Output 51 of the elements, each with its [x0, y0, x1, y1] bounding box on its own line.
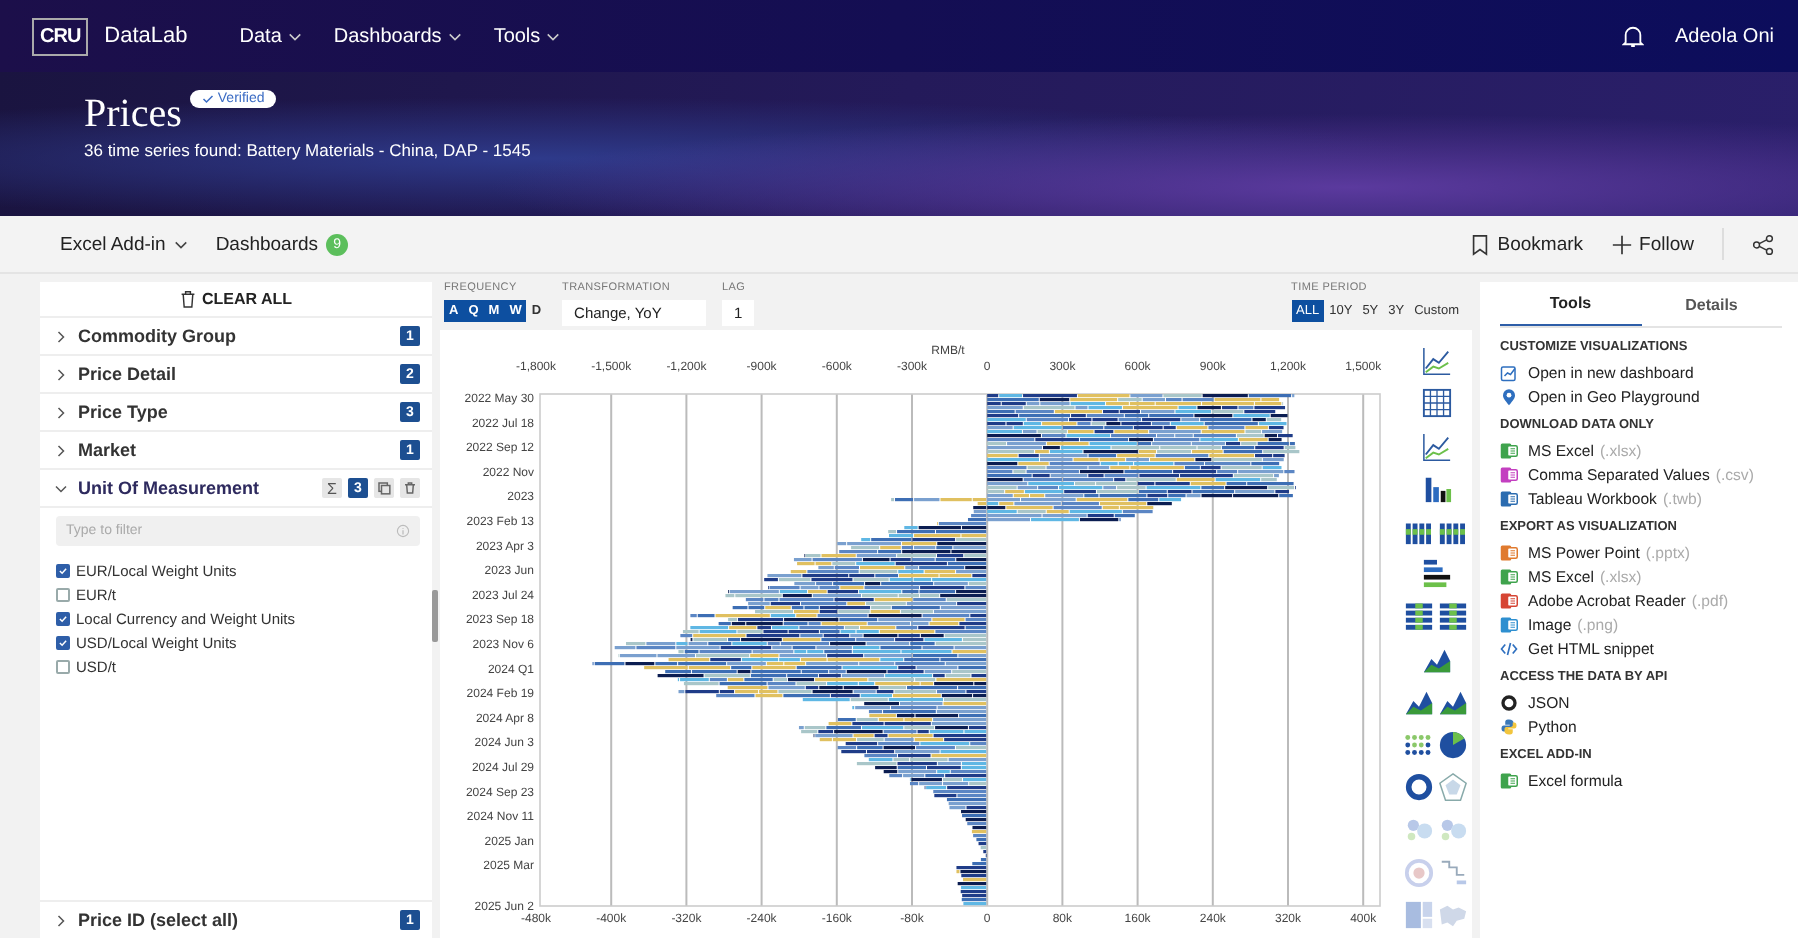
chevron-down-icon	[173, 239, 188, 249]
excel-addin-dropdown[interactable]: Excel Add-in	[60, 233, 188, 255]
area-chart-icon[interactable]	[1438, 686, 1468, 717]
table-grid-icon[interactable]	[1421, 388, 1451, 419]
logo[interactable]: CRU	[32, 17, 89, 55]
checkbox[interactable]	[56, 587, 70, 601]
code-icon	[1500, 639, 1518, 657]
donut-chart-icon[interactable]	[1404, 771, 1434, 802]
follow-button[interactable]: Follow	[1611, 233, 1694, 255]
nav-menu[interactable]: Dashboards	[333, 25, 462, 47]
trash-icon	[179, 290, 196, 308]
nav-menu[interactable]: Data	[239, 25, 302, 47]
chevron-down-icon	[287, 31, 302, 41]
nav-menu[interactable]: Tools	[493, 25, 561, 47]
trash-icon[interactable]	[400, 478, 420, 498]
line-chart-icon[interactable]	[1421, 346, 1451, 376]
copy-icon[interactable]	[374, 478, 394, 498]
scrollbar-thumb[interactable]	[432, 590, 438, 642]
page-subtitle: 36 time series found: Battery Materials - China, DAP - 1545	[84, 140, 533, 160]
bar-chart-icon[interactable]	[1421, 473, 1451, 504]
info-icon	[396, 524, 410, 538]
checkbox[interactable]	[56, 659, 70, 673]
panel-tab[interactable]: Details	[1641, 282, 1782, 326]
pie-chart-icon[interactable]	[1438, 729, 1468, 760]
horizontal-bar-chart-icon[interactable]	[1421, 558, 1451, 589]
line-chart-icon[interactable]	[1421, 431, 1451, 462]
user-menu[interactable]: Adeola Oni	[1675, 25, 1774, 47]
page-title: Prices	[84, 92, 182, 138]
map-pin-icon	[1500, 387, 1518, 405]
dashboard-icon	[1500, 363, 1518, 381]
chevron-down-icon	[447, 31, 462, 41]
plus-icon	[1611, 233, 1632, 255]
chevron-down-icon	[546, 31, 561, 41]
share-icon[interactable]	[1752, 233, 1774, 255]
dot-chart-icon[interactable]	[1404, 729, 1434, 760]
app-name[interactable]: DataLab	[104, 24, 188, 48]
checkbox[interactable]	[56, 563, 70, 577]
ring-icon	[1500, 693, 1518, 711]
clear-all-button[interactable]: CLEAR ALL	[40, 282, 432, 318]
checkbox[interactable]	[56, 635, 70, 649]
python-icon	[1500, 717, 1518, 735]
horizontal-stacked-bar-icon[interactable]	[1404, 601, 1434, 632]
bookmark-button[interactable]: Bookmark	[1469, 233, 1584, 255]
horizontal-stacked-bar-icon[interactable]	[1438, 601, 1468, 632]
area-chart-icon[interactable]	[1404, 686, 1434, 717]
checkbox[interactable]	[56, 611, 70, 625]
area-chart-icon[interactable]	[1421, 644, 1451, 675]
bell-icon[interactable]	[1621, 24, 1644, 48]
panel-tab[interactable]: Tools	[1500, 282, 1641, 326]
bookmark-icon	[1469, 233, 1490, 255]
sum-button[interactable]: Σ	[322, 478, 342, 498]
